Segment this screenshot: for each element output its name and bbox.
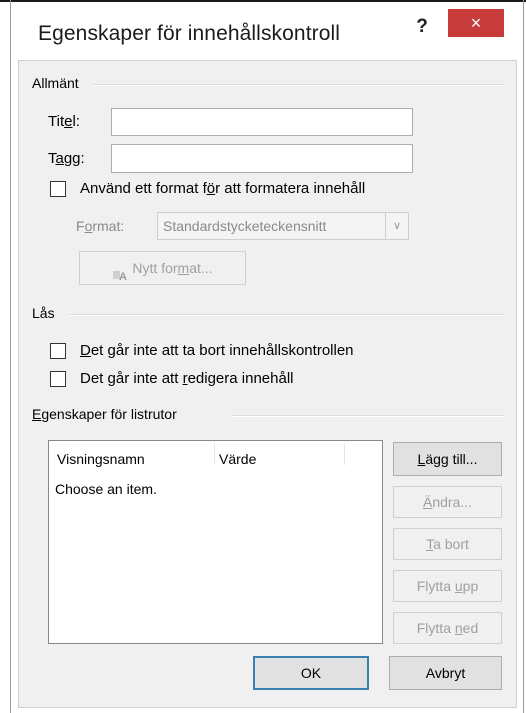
close-icon: × [470,13,482,33]
table-row[interactable]: Choose an item. [55,481,157,497]
no-edit-checkbox[interactable] [50,371,66,387]
new-format-button[interactable]: A Nytt format... [79,251,246,285]
chevron-down-icon: ∨ [385,213,408,239]
move-down-button[interactable]: Flytta ned [393,612,502,644]
tag-label: Tagg: [48,150,85,167]
close-button[interactable]: × [448,9,504,37]
format-label: Format: [76,218,125,234]
modify-button[interactable]: Ändra... [393,486,502,518]
title-input[interactable] [111,108,413,136]
no-delete-checkbox[interactable] [50,343,66,359]
format-select[interactable]: Standardstycketeckensnitt ∨ [157,212,409,240]
group-general-rule [92,84,504,86]
no-delete-label[interactable]: Det går inte att ta bort innehållskontro… [80,342,354,359]
group-listbox-title: Egenskaper för listrutor [32,406,183,422]
new-style-icon: A [112,261,132,283]
list-items-table[interactable]: Visningsnamn Värde Choose an item. [48,440,383,644]
move-up-button[interactable]: Flytta upp [393,570,502,602]
format-select-value: Standardstycketeckensnitt [163,218,327,234]
group-listbox-rule [232,415,504,417]
add-button[interactable]: Lägg till... [393,442,502,476]
group-lock-rule [68,314,504,316]
svg-text:A: A [119,271,127,282]
dialog-title: Egenskaper för innehållskontroll [38,22,341,45]
cancel-button[interactable]: Avbryt [389,656,502,690]
table-header: Visningsnamn Värde [49,441,382,467]
tag-input[interactable] [111,144,413,173]
row-name-cell: Choose an item. [55,481,157,497]
column-separator[interactable] [214,443,215,465]
window-left-edge [10,0,11,713]
column-header-value[interactable]: Värde [219,451,256,467]
column-separator[interactable] [344,443,345,465]
remove-button[interactable]: Ta bort [393,528,502,560]
ok-button[interactable]: OK [253,656,369,690]
use-format-label[interactable]: Använd ett format för att formatera inne… [80,180,365,197]
column-header-name[interactable]: Visningsnamn [57,451,145,467]
window-right-edge [523,0,524,713]
group-lock-title: Lås [32,305,61,321]
use-format-checkbox[interactable] [50,181,66,197]
help-button[interactable]: ? [412,16,432,38]
no-edit-label[interactable]: Det går inte att redigera innehåll [80,370,293,387]
title-label: Titel: [48,113,80,130]
group-general-title: Allmänt [32,75,85,91]
